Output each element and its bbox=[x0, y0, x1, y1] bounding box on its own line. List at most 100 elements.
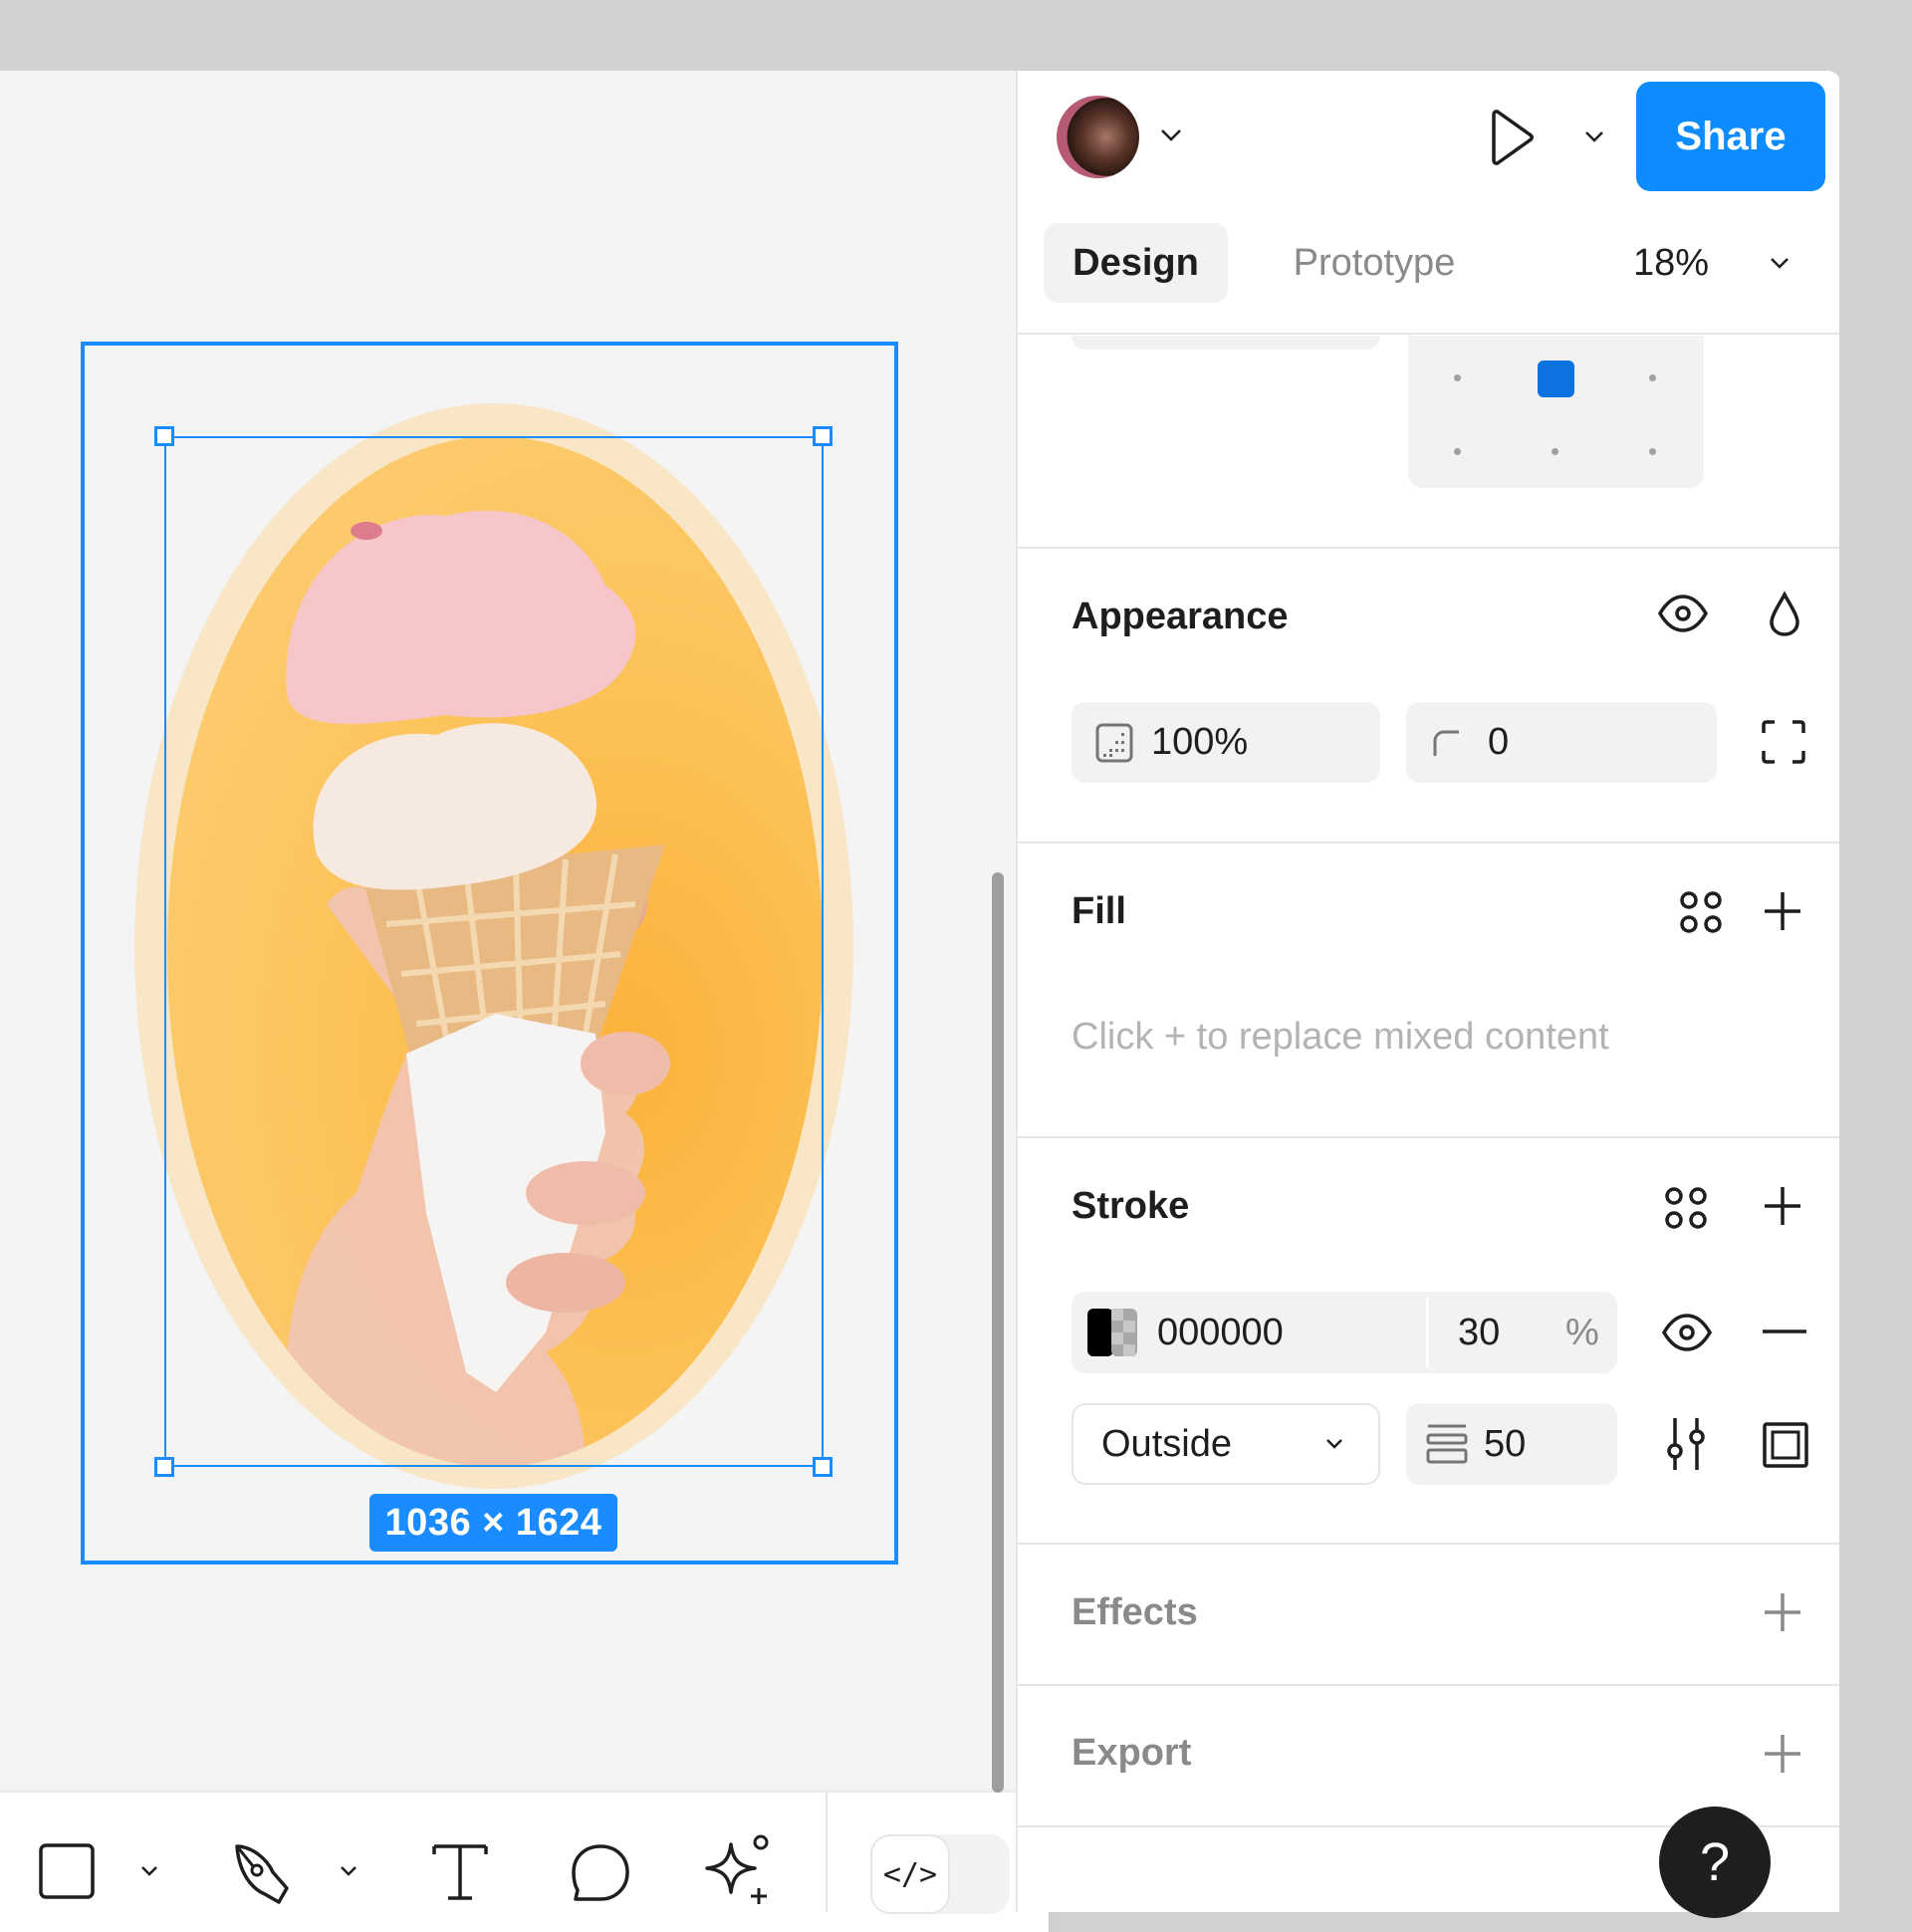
pen-icon bbox=[235, 1844, 289, 1904]
play-icon bbox=[1492, 110, 1534, 165]
avatar[interactable] bbox=[1057, 96, 1139, 178]
add-stroke-button[interactable] bbox=[1763, 1185, 1802, 1227]
stroke-weight-field[interactable]: 50 bbox=[1406, 1403, 1617, 1485]
plus-icon bbox=[1765, 1187, 1800, 1225]
resize-handle-top-right[interactable] bbox=[813, 426, 833, 446]
comment-icon bbox=[572, 1844, 629, 1901]
styles-grid-icon bbox=[1680, 891, 1722, 933]
scrolled-field[interactable] bbox=[1072, 336, 1380, 350]
sliders-icon bbox=[1667, 1418, 1705, 1470]
chevron-down-icon bbox=[1585, 131, 1603, 142]
divider bbox=[1018, 842, 1839, 844]
actions-tool[interactable] bbox=[703, 1832, 773, 1911]
stroke-sides-button[interactable] bbox=[1763, 1422, 1808, 1468]
opacity-icon bbox=[1095, 723, 1133, 762]
divider bbox=[1018, 1136, 1839, 1138]
opacity-value: 100% bbox=[1151, 721, 1249, 763]
zoom-level[interactable]: 18% bbox=[1633, 223, 1791, 303]
code-icon: </> bbox=[882, 1856, 938, 1892]
stroke-hex-value: 000000 bbox=[1157, 1311, 1284, 1353]
stroke-weight-icon bbox=[1426, 1424, 1468, 1464]
constraints-widget[interactable] bbox=[1408, 336, 1704, 488]
constraint-dot[interactable] bbox=[1552, 448, 1558, 455]
constraint-dot[interactable] bbox=[1649, 374, 1656, 381]
stroke-settings-button[interactable] bbox=[1663, 1418, 1709, 1470]
chevron-down-icon bbox=[1771, 258, 1789, 269]
effects-title: Effects bbox=[1072, 1591, 1198, 1633]
resize-handle-top-left[interactable] bbox=[154, 426, 174, 446]
tab-design[interactable]: Design bbox=[1044, 223, 1228, 303]
chevron-down-icon bbox=[141, 1866, 157, 1876]
chevron-down-icon bbox=[1326, 1439, 1342, 1449]
window-background bbox=[1839, 71, 1912, 1912]
text-icon bbox=[432, 1844, 488, 1900]
stroke-position-select[interactable]: Outside bbox=[1072, 1403, 1380, 1485]
comment-tool[interactable] bbox=[570, 1842, 631, 1909]
chevron-down-icon bbox=[341, 1866, 357, 1876]
help-button[interactable]: ? bbox=[1659, 1807, 1771, 1918]
dev-mode-button[interactable]: </> bbox=[870, 1834, 950, 1914]
text-tool[interactable] bbox=[430, 1842, 490, 1907]
independent-corners-button[interactable] bbox=[1761, 719, 1806, 765]
tab-prototype[interactable]: Prototype bbox=[1265, 223, 1484, 303]
add-export-button[interactable] bbox=[1763, 1733, 1802, 1775]
present-button[interactable] bbox=[1488, 110, 1536, 165]
constraint-dot[interactable] bbox=[1649, 448, 1656, 455]
stroke-styles-button[interactable] bbox=[1663, 1185, 1709, 1231]
add-effect-button[interactable] bbox=[1763, 1591, 1802, 1633]
present-menu[interactable] bbox=[1583, 129, 1605, 143]
pen-tool-menu[interactable] bbox=[339, 1864, 358, 1883]
corner-radius-icon bbox=[1433, 730, 1459, 756]
stroke-position-value: Outside bbox=[1101, 1422, 1232, 1465]
border-sides-icon bbox=[1763, 1422, 1808, 1468]
fill-title: Fill bbox=[1072, 890, 1126, 932]
rectangle-tool-menu[interactable] bbox=[139, 1864, 159, 1883]
fill-styles-button[interactable] bbox=[1678, 889, 1724, 935]
sparkle-icon bbox=[705, 1834, 769, 1904]
color-swatch-icon bbox=[1087, 1309, 1137, 1356]
toolbar-divider bbox=[826, 1793, 828, 1912]
chevron-down-icon bbox=[1161, 129, 1181, 141]
minus-icon bbox=[1763, 1329, 1806, 1333]
share-button[interactable]: Share bbox=[1636, 82, 1825, 191]
canvas-scrollbar[interactable] bbox=[992, 872, 1004, 1793]
avatar-menu[interactable] bbox=[1159, 127, 1183, 143]
zoom-value: 18% bbox=[1633, 241, 1710, 284]
stroke-visibility-button[interactable] bbox=[1661, 1313, 1713, 1352]
divider bbox=[1018, 333, 1839, 335]
constraint-dot[interactable] bbox=[1454, 374, 1461, 381]
eye-icon bbox=[1657, 595, 1709, 632]
constraint-dot[interactable] bbox=[1454, 448, 1461, 455]
rectangle-tool[interactable] bbox=[38, 1842, 96, 1905]
top-bar bbox=[0, 0, 1912, 71]
corner-radius-field[interactable]: 0 bbox=[1406, 702, 1717, 783]
stroke-title: Stroke bbox=[1072, 1185, 1190, 1227]
pen-tool[interactable] bbox=[231, 1842, 295, 1911]
appearance-title: Appearance bbox=[1072, 596, 1289, 637]
selection-size-badge: 1036 × 1624 bbox=[369, 1494, 617, 1552]
plus-icon bbox=[1765, 1735, 1800, 1773]
divider bbox=[1018, 1684, 1839, 1686]
plus-icon bbox=[1765, 1593, 1800, 1631]
drop-icon bbox=[1770, 592, 1799, 636]
resize-handle-bottom-left[interactable] bbox=[154, 1457, 174, 1477]
resize-handle-bottom-right[interactable] bbox=[813, 1457, 833, 1477]
stroke-opacity-value[interactable]: 30 bbox=[1458, 1312, 1500, 1354]
toggle-visibility-button[interactable] bbox=[1657, 594, 1709, 633]
fill-placeholder: Click + to replace mixed content bbox=[1072, 1016, 1609, 1058]
divider bbox=[1018, 547, 1839, 549]
stroke-color-field[interactable]: 000000 30 % bbox=[1072, 1292, 1617, 1373]
stroke-opacity-unit: % bbox=[1565, 1311, 1599, 1353]
remove-stroke-button[interactable] bbox=[1763, 1328, 1806, 1334]
image-selection-box[interactable] bbox=[164, 436, 824, 1467]
add-fill-button[interactable] bbox=[1763, 890, 1802, 932]
styles-grid-icon bbox=[1665, 1187, 1707, 1229]
stroke-weight-value: 50 bbox=[1484, 1422, 1527, 1465]
rectangle-icon bbox=[39, 1843, 95, 1899]
blend-mode-button[interactable] bbox=[1769, 592, 1800, 637]
opacity-field[interactable]: 100% bbox=[1072, 702, 1380, 783]
eye-icon bbox=[1661, 1314, 1713, 1351]
divider bbox=[1018, 1543, 1839, 1545]
constraint-active[interactable] bbox=[1538, 361, 1574, 397]
corners-icon bbox=[1762, 720, 1805, 764]
